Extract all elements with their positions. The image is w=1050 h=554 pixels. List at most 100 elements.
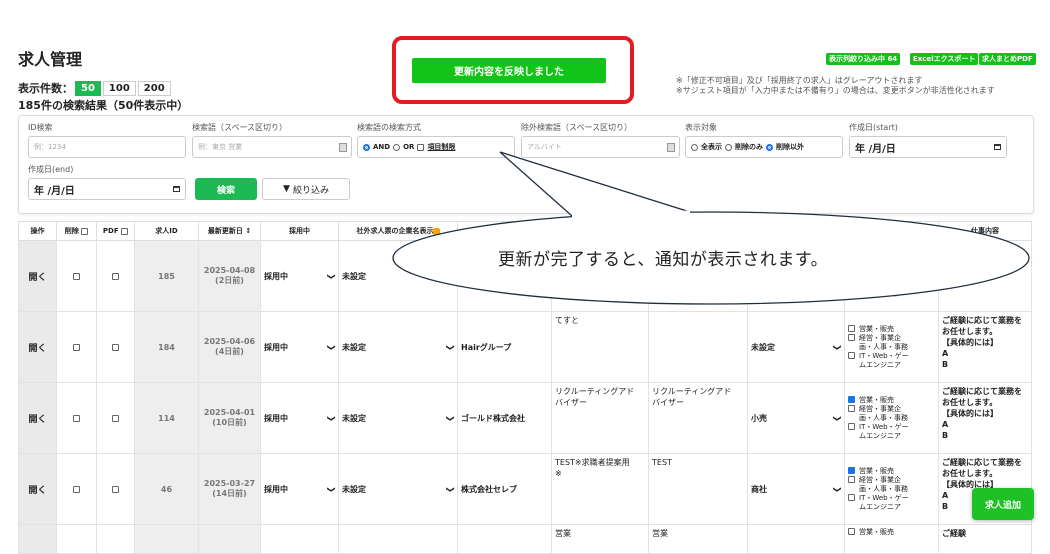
calendar-icon[interactable]: [173, 186, 180, 192]
created-start-input[interactable]: 年 /月/日: [849, 136, 1007, 158]
pdf-cell: [96, 311, 135, 383]
category-cell: 営業・販売 経営・事業企 画・人事・事務 IT・Web・ゲー ムエンジニア: [844, 382, 939, 454]
job-title: TEST※求職者提案用 ※: [551, 453, 649, 525]
id-search-label: ID検索: [28, 123, 53, 132]
new-badge: [433, 227, 440, 235]
chevron-down-icon: ❯: [327, 414, 337, 422]
narrow-button[interactable]: ▼ 絞り込み: [262, 178, 350, 200]
page-size-50[interactable]: 50: [75, 80, 101, 96]
open-link[interactable]: 開く: [18, 311, 57, 383]
delete-checkbox[interactable]: [73, 272, 80, 280]
category-checkbox[interactable]: [848, 466, 855, 474]
delete-checkbox[interactable]: [73, 414, 80, 422]
col-job-content: 仕事内容: [938, 221, 1032, 241]
chevron-down-icon: ❯: [446, 485, 456, 493]
category-checkbox[interactable]: [848, 422, 855, 430]
job-title-2: [648, 311, 748, 383]
col-title2: [648, 221, 748, 241]
target-all-radio[interactable]: [691, 143, 698, 151]
open-link[interactable]: 開く: [18, 453, 57, 525]
category-checkbox[interactable]: [848, 528, 855, 535]
add-job-button[interactable]: 求人追加: [972, 488, 1034, 520]
delete-checkbox[interactable]: [73, 485, 80, 493]
and-radio[interactable]: [363, 143, 370, 151]
hiring-select[interactable]: 採用中 ❯: [260, 382, 339, 454]
company-display-select[interactable]: 未設定 ❯: [338, 382, 458, 454]
industry-select[interactable]: 商社 ❯: [747, 453, 845, 525]
chevron-down-icon: ❯: [833, 272, 843, 280]
industry-select[interactable]: 未設定 ❯: [747, 311, 845, 383]
company-display-select[interactable]: 未設定 ❯: [338, 311, 458, 383]
search-button[interactable]: 検索: [195, 178, 257, 200]
target-deleted-radio[interactable]: [725, 143, 732, 151]
delete-cell: [56, 240, 97, 312]
company-name: ゴールド株式会社: [457, 382, 552, 454]
job-description: お任せします。 【具体的には】: [938, 240, 1032, 312]
chevron-down-icon: ❯: [833, 343, 843, 351]
col-industry: [747, 221, 845, 241]
category-checkbox[interactable]: [848, 404, 855, 412]
company-display-select[interactable]: 未設定 ❯: [338, 453, 458, 525]
or-radio[interactable]: [393, 143, 401, 151]
page-title: 求人管理: [18, 50, 83, 69]
updated-date: 2025-04-01 (10日前): [198, 382, 261, 454]
category-checkbox[interactable]: [848, 395, 855, 403]
column-filter-badge[interactable]: 表示列絞り込み中 64: [826, 53, 901, 65]
pdf-checkbox[interactable]: [112, 414, 119, 422]
exclude-label: 除外検索語（スペース区切り）: [521, 123, 633, 132]
exclude-input[interactable]: アルバイト: [521, 136, 680, 158]
result-count: 185件の検索結果（50件表示中）: [18, 99, 189, 112]
pdf-all-checkbox[interactable]: [121, 227, 129, 235]
copy-icon[interactable]: [339, 143, 347, 152]
calendar-icon[interactable]: [994, 144, 1001, 150]
id-search-input[interactable]: 例：1234: [28, 136, 186, 158]
hiring-select[interactable]: 採用中 ❯: [260, 311, 339, 383]
category-checkbox[interactable]: [848, 333, 855, 341]
created-start-label: 作成日(start): [849, 123, 898, 132]
item-limit-link[interactable]: 項目制限: [427, 142, 455, 152]
page-size-200[interactable]: 200: [137, 80, 171, 96]
category-checkbox[interactable]: [848, 253, 855, 261]
category-checkbox[interactable]: [848, 262, 855, 270]
chevron-down-icon: ❯: [327, 272, 337, 280]
excel-export-button[interactable]: Excelエクスポート: [910, 53, 979, 65]
category-checkbox[interactable]: [848, 324, 855, 332]
job-title-2: 営業: [648, 524, 748, 554]
category-checkbox[interactable]: [848, 351, 855, 359]
keyword-input[interactable]: 例：東京 営業: [192, 136, 352, 158]
delete-all-checkbox[interactable]: [81, 227, 89, 235]
job-title: リクルーティングアド バイザー: [551, 382, 649, 454]
company-name: 株式会社セレブ: [457, 453, 552, 525]
page-size-100[interactable]: 100: [102, 80, 136, 96]
display-target-label: 表示対象: [685, 123, 717, 132]
created-end-input[interactable]: 年 /月/日: [28, 178, 186, 200]
category-checkbox[interactable]: [848, 280, 855, 288]
company-display-select[interactable]: 未設定 ❯: [338, 240, 458, 312]
pdf-cell: [96, 240, 135, 312]
pdf-checkbox[interactable]: [112, 272, 119, 280]
delete-cell: [56, 311, 97, 383]
job-description: ご経験: [938, 524, 1032, 554]
updated-date: 2025-04-06 (4日前): [198, 311, 261, 383]
pdf-checkbox[interactable]: [112, 343, 119, 351]
open-link[interactable]: 開く: [18, 382, 57, 454]
job-pdf-button[interactable]: 求人まとめPDF: [979, 53, 1036, 65]
target-excluding-radio[interactable]: [766, 143, 773, 151]
category-checkbox[interactable]: [848, 493, 855, 501]
pdf-checkbox[interactable]: [112, 485, 119, 493]
industry-select[interactable]: 小売 ❯: [747, 382, 845, 454]
table-row: 開く 114 2025-04-01 (10日前) 採用中 ❯ 未設定 ❯ ゴールド株式…: [18, 382, 1032, 454]
item-limit-checkbox[interactable]: [417, 143, 425, 151]
hiring-select[interactable]: 採用中 ❯: [260, 453, 339, 525]
chevron-down-icon: ❯: [833, 485, 843, 493]
keyword-label: 検索語（スペース区切り）: [192, 123, 288, 132]
col-updated[interactable]: 最新更新日 ↕: [198, 221, 261, 241]
page-size-selector: 表示件数： 50 100 200: [18, 80, 171, 96]
hiring-select[interactable]: 採用中 ❯: [260, 240, 339, 312]
delete-checkbox[interactable]: [73, 343, 80, 351]
col-category: [844, 221, 939, 241]
open-link[interactable]: 開く: [18, 240, 57, 312]
category-checkbox[interactable]: [848, 475, 855, 483]
copy-icon[interactable]: [667, 143, 675, 152]
update-toast: 更新内容を反映しました: [412, 58, 606, 83]
